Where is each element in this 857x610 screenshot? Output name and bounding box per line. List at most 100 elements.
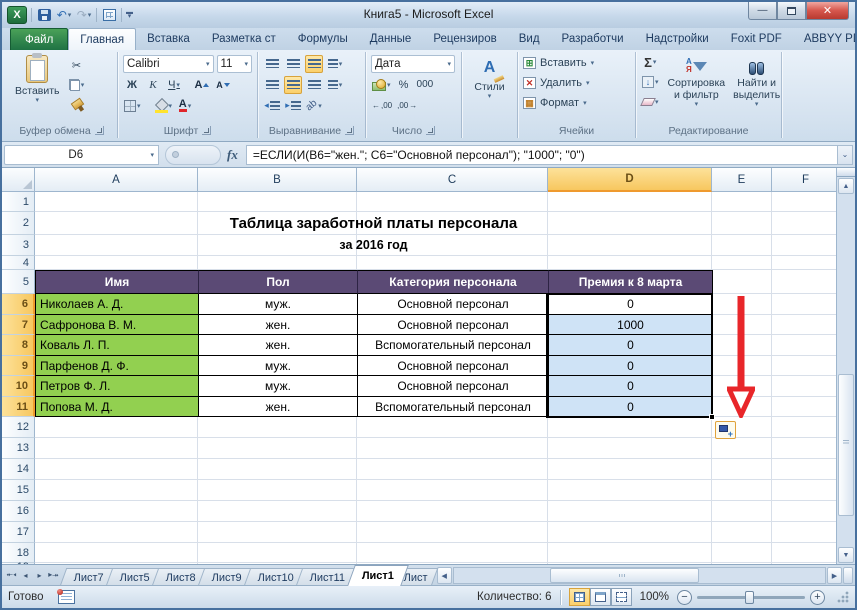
row-header-1[interactable]: 1 [2, 192, 35, 212]
cell[interactable]: Сафронова В. М. [36, 315, 199, 335]
merge-center-button[interactable]: ▾ [326, 76, 344, 94]
row-header-15[interactable]: 15 [2, 480, 35, 501]
dialog-launcher-icon[interactable] [202, 126, 211, 135]
autosum-button[interactable]: Σ▾ [641, 53, 660, 71]
ribbon-tab-рецензиров[interactable]: Рецензиров [422, 28, 507, 50]
macro-record-icon[interactable] [58, 590, 75, 604]
zoom-thumb[interactable] [745, 591, 754, 604]
zoom-in-button[interactable]: + [810, 590, 825, 605]
normal-view-button[interactable] [569, 588, 590, 606]
column-header-b[interactable]: B [198, 168, 357, 192]
cell[interactable]: Петров Ф. Л. [36, 376, 199, 397]
dialog-launcher-icon[interactable] [95, 126, 104, 135]
zoom-level[interactable]: 100% [640, 591, 669, 603]
shrink-font-button[interactable]: А [214, 76, 232, 94]
ribbon-tab-вставка[interactable]: Вставка [136, 28, 201, 50]
ribbon-tab-разметка-ст[interactable]: Разметка ст [201, 28, 287, 50]
row-header-5[interactable]: 5 [2, 270, 35, 294]
ribbon-tab-разработчи[interactable]: Разработчи [551, 28, 635, 50]
cell[interactable]: жен. [199, 335, 358, 356]
cell[interactable]: 0 [549, 397, 713, 417]
cell[interactable]: 0 [549, 356, 713, 376]
vertical-scrollbar[interactable]: ▲ ▼ [836, 168, 855, 564]
column-header-c[interactable]: C [357, 168, 548, 192]
decrease-indent-button[interactable]: ◂ [263, 97, 281, 115]
wrap-text-button[interactable]: ▾ [326, 55, 344, 73]
cell[interactable]: Основной персонал [358, 315, 549, 335]
accounting-format-button[interactable]: ▾ [371, 76, 392, 94]
close-button[interactable]: ✕ [806, 2, 849, 20]
scroll-down-button[interactable]: ▼ [838, 547, 854, 563]
format-cells-button[interactable]: ▦Формат▾ [523, 93, 630, 113]
cell[interactable]: жен. [199, 397, 358, 417]
cell[interactable]: Николаев А. Д. [36, 294, 199, 315]
increase-indent-button[interactable]: ▸ [284, 97, 302, 115]
row-header-2[interactable]: 2 [2, 212, 35, 235]
last-sheet-button[interactable]: ▸⯮ [47, 568, 60, 583]
font-name-combo[interactable]: Calibri▾ [123, 55, 214, 73]
delete-cells-button[interactable]: ✕Удалить▾ [523, 73, 630, 93]
formula-input[interactable]: =ЕСЛИ(И(B6="жен."; C6="Основной персонал… [246, 145, 837, 165]
page-break-view-button[interactable] [611, 588, 632, 606]
copy-button[interactable]: ▾ [68, 76, 86, 94]
ribbon-tab-foxit-pdf[interactable]: Foxit PDF [720, 28, 793, 50]
next-sheet-button[interactable]: ▸ [33, 568, 46, 583]
row-header-8[interactable]: 8 [2, 335, 35, 356]
cell[interactable]: 0 [549, 335, 713, 356]
column-header-d[interactable]: D [548, 168, 712, 192]
minimize-button[interactable]: — [748, 2, 777, 20]
find-select-button[interactable]: Найти и выделить ▾ [729, 53, 784, 121]
align-bottom-button[interactable] [305, 55, 323, 73]
cell[interactable]: Коваль Л. П. [36, 335, 199, 356]
horizontal-scroll-track[interactable] [453, 567, 826, 584]
row-header-9[interactable]: 9 [2, 356, 35, 376]
ribbon-tab-abbyy-pdf-1[interactable]: ABBYY PDF 1 [793, 28, 857, 50]
cell[interactable]: 1000 [549, 315, 713, 335]
ribbon-tab-данные[interactable]: Данные [359, 28, 423, 50]
insert-function-button[interactable]: fx [225, 147, 246, 163]
fill-button[interactable]: ↓▾ [641, 73, 660, 91]
cells-area[interactable]: Таблица заработной платы персонала за 20… [35, 192, 836, 564]
bold-button[interactable]: Ж [123, 76, 141, 94]
fill-color-button[interactable]: ▾ [154, 97, 174, 115]
column-header-f[interactable]: F [772, 168, 836, 192]
maximize-button[interactable] [777, 2, 806, 20]
ribbon-tab-надстройки[interactable]: Надстройки [635, 28, 720, 50]
scroll-left-button[interactable]: ◀ [437, 567, 452, 584]
select-all-button[interactable] [2, 168, 35, 192]
table-header-cell[interactable]: Категория персонала [358, 270, 549, 294]
orientation-button[interactable]: ab▾ [305, 97, 323, 115]
row-header-7[interactable]: 7 [2, 315, 35, 335]
sheet-tab-лист1[interactable]: Лист1 [347, 565, 409, 586]
decrease-decimal-button[interactable]: ,00→ [396, 97, 418, 115]
cell[interactable]: Основной персонал [358, 294, 549, 315]
align-right-button[interactable] [305, 76, 323, 94]
align-top-button[interactable] [263, 55, 281, 73]
zoom-track[interactable] [697, 596, 805, 599]
cell[interactable]: Попова М. Д. [36, 397, 199, 417]
zoom-out-button[interactable]: − [677, 590, 692, 605]
table-header-cell[interactable]: Пол [199, 270, 358, 294]
ribbon-tab-главная[interactable]: Главная [68, 28, 136, 50]
dialog-launcher-icon[interactable] [345, 126, 354, 135]
row-header-16[interactable]: 16 [2, 501, 35, 522]
align-middle-button[interactable] [284, 55, 302, 73]
cut-button[interactable]: ✂ [68, 56, 86, 74]
align-left-button[interactable] [263, 76, 281, 94]
row-header-13[interactable]: 13 [2, 438, 35, 459]
ribbon-tab-файл[interactable]: Файл [10, 28, 68, 50]
horizontal-scrollbar[interactable]: ◀ ▶ [437, 565, 855, 586]
name-box[interactable]: D6 ▾ [4, 145, 159, 165]
row-header-4[interactable]: 4 [2, 256, 35, 270]
underline-button[interactable]: Ч▾ [165, 76, 183, 94]
cell[interactable]: 0 [549, 376, 713, 397]
cell[interactable]: Вспомогательный персонал [358, 335, 549, 356]
cell[interactable]: жен. [199, 315, 358, 335]
tab-split-handle[interactable] [843, 567, 853, 584]
insert-cells-button[interactable]: ⊞Вставить▾ [523, 53, 630, 73]
dialog-launcher-icon[interactable] [426, 126, 435, 135]
font-size-combo[interactable]: 11▾ [217, 55, 253, 73]
ribbon-tab-вид[interactable]: Вид [508, 28, 551, 50]
format-painter-button[interactable] [68, 96, 86, 114]
row-header-11[interactable]: 11 [2, 397, 35, 417]
